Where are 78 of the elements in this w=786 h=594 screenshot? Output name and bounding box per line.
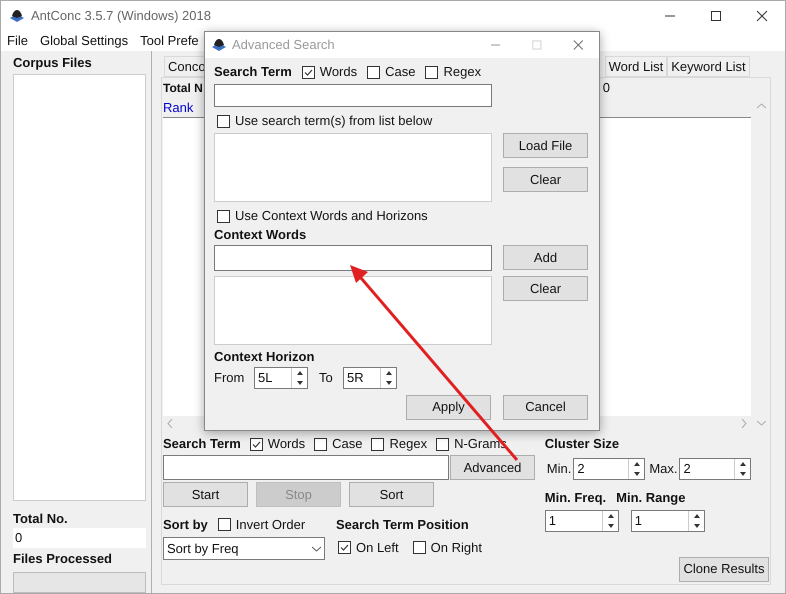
position-label: Search Term Position [336,516,470,534]
search-term-field[interactable] [214,84,492,107]
search-term-label: Search Term [214,63,292,82]
sort-dropdown[interactable]: Sort by Freq [163,537,325,560]
total-value: 0 [13,528,146,548]
clear-button[interactable]: Clear [503,167,588,192]
spin-field[interactable]: 2 [573,458,646,480]
checkbox-label: Use search term(s) from list below [235,112,432,130]
min-range-label: Min. Range [616,489,686,507]
dialog-title: Advanced Search [232,36,335,54]
spin-value: 1 [548,512,557,530]
checkbox[interactable] [436,438,450,450]
context-words-field[interactable] [214,245,492,271]
checkbox-label: Invert Order [236,516,306,534]
checkbox-label: Regex [443,63,482,82]
checked-checkbox[interactable] [250,438,263,450]
window-title: AntConc 3.5.7 (Windows) 2018 [31,7,211,26]
dialog-button[interactable]: Apply [406,394,491,420]
checked-checkbox[interactable] [302,66,315,78]
spin-field[interactable]: 1 [630,510,705,532]
clone-results-button[interactable]: Clone Results [679,556,769,582]
checkbox[interactable] [412,541,426,554]
min-freq-label: Min. Freq. [544,489,606,507]
total-value: 0 [602,79,610,98]
checkbox-label: Case [332,435,362,454]
menu-item[interactable]: File [7,31,28,51]
sort-by-label: Sort by [163,516,208,534]
checkbox[interactable] [425,66,438,78]
app-icon [211,38,227,52]
search-term-label: Search Term [163,435,241,454]
context-horizon-label: Context Horizon [214,348,316,366]
spin-value: 5R [346,368,365,386]
total-label: Total N [163,80,203,97]
files-processed-label: Files Processed [13,550,113,568]
search-term-field[interactable] [163,455,449,480]
spin-value: 1 [634,512,643,530]
min-label: Min. [546,460,572,478]
checkbox-label: Words [320,63,358,82]
checkbox[interactable] [218,518,231,531]
total-label: Total No. [13,510,69,528]
from-label: From [214,368,246,387]
menu-item[interactable]: Global Settings [40,31,128,51]
add-button[interactable]: Add [503,245,588,270]
spin-field[interactable]: 1 [544,510,619,532]
spin-value: 2 [576,460,586,478]
action-button[interactable]: Sort [349,482,434,507]
context-words-label: Context Words [214,226,308,244]
max-label: Max. [649,460,678,478]
spin-field[interactable]: 5R [343,366,397,388]
chevron-down-icon [312,546,321,552]
checkbox-label: Case [385,63,416,82]
spin-field[interactable]: 2 [679,458,752,480]
checkbox[interactable] [371,438,384,450]
tab[interactable]: Keyword List [667,56,750,77]
advanced-button[interactable]: Advanced [450,455,535,480]
menu-item[interactable]: Tool Prefe [140,31,199,51]
spin-value: 5L [257,368,274,386]
app-icon [9,9,25,23]
checkbox-label: Use Context Words and Horizons [235,207,428,226]
checkbox-label: On Right [430,539,482,557]
checkbox-label: On Left [356,539,399,557]
tab[interactable]: Word List [604,56,668,77]
clear-button[interactable]: Clear [503,276,588,301]
to-label: To [319,368,334,387]
panel-title: Corpus Files [13,54,93,72]
checkbox-label: Words [268,435,306,454]
cluster-size-label: Cluster Size [544,435,620,453]
checkbox-label: Regex [389,435,428,454]
checkbox[interactable] [217,114,230,128]
checkbox[interactable] [217,210,230,222]
spin-field[interactable]: 5L [254,366,308,388]
dialog-button[interactable]: Cancel [503,394,588,420]
load-file-button[interactable]: Load File [503,133,588,158]
spin-value: 2 [682,460,692,478]
checkbox[interactable] [314,438,328,450]
checkbox[interactable] [367,66,380,78]
action-button[interactable]: Start [163,482,248,507]
checked-checkbox[interactable] [338,541,351,554]
